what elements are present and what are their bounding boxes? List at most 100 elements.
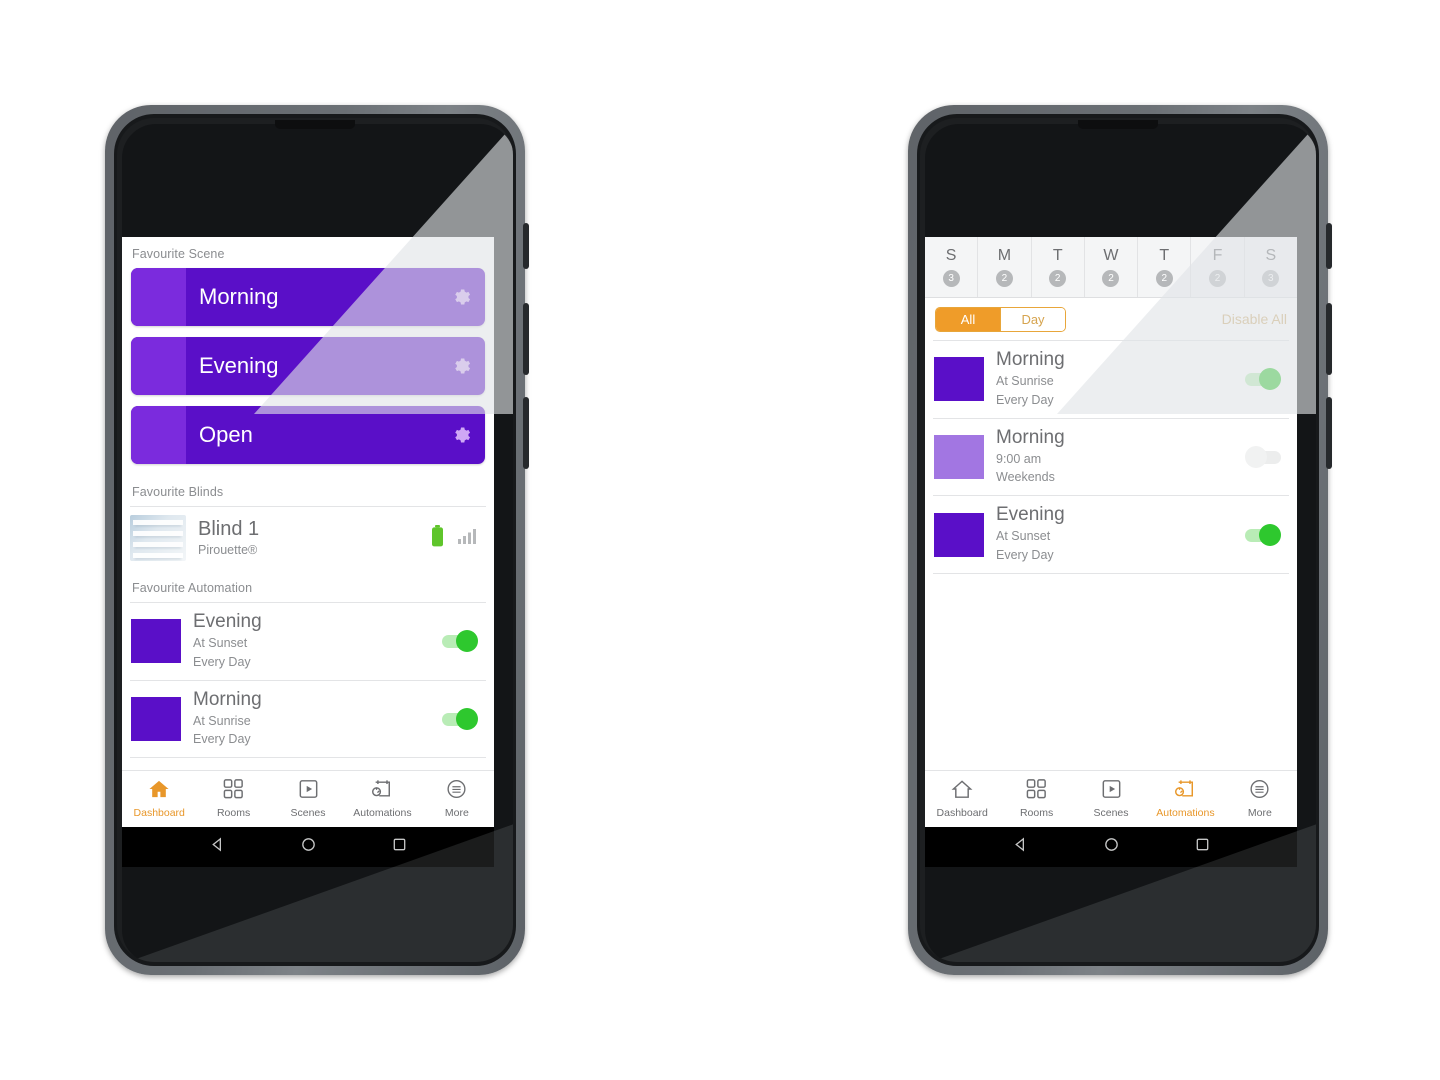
phone-screen-glass: S 3 M 2 T 2 W 2 T 2 F 2 S 3 All Day Disa…	[925, 124, 1316, 962]
scene-card-open[interactable]: Open	[131, 406, 485, 464]
filter-segmented-control[interactable]: All Day	[935, 306, 1066, 332]
phone-bezel: Favourite Scene Morning Evening Open Fav…	[114, 114, 516, 966]
tab-label: Scenes	[1093, 807, 1129, 819]
automation-name: Morning	[996, 426, 1065, 448]
tab-more[interactable]: More	[1223, 779, 1297, 819]
day-column-monday[interactable]: M 2	[978, 237, 1032, 297]
side-button-1[interactable]	[1326, 223, 1332, 269]
tab-more[interactable]: More	[420, 779, 494, 819]
list-item-automation[interactable]: Morning At Sunrise Every Day	[925, 341, 1297, 418]
automation-schedule: Every Day	[996, 392, 1054, 407]
list-item-automation[interactable]: Evening At Sunset Every Day	[122, 603, 494, 680]
tab-label: Dashboard	[133, 807, 185, 819]
filter-option-all[interactable]: All	[936, 307, 1000, 331]
disable-all-button[interactable]: Disable All	[1222, 311, 1287, 327]
day-letter: T	[1052, 247, 1063, 264]
automation-toggle[interactable]	[1245, 523, 1281, 546]
toggle-knob	[1259, 523, 1281, 546]
day-column-thursday[interactable]: T 2	[1138, 237, 1192, 297]
automation-color-swatch	[934, 357, 984, 402]
automation-name: Morning	[996, 349, 1065, 370]
tab-label: Automations	[353, 807, 412, 819]
gear-icon[interactable]	[451, 425, 471, 450]
bottom-tab-bar: Dashboard Rooms Scenes Automations More	[925, 770, 1297, 827]
phone-bezel-inner: Favourite Scene Morning Evening Open Fav…	[117, 118, 513, 962]
day-letter: M	[997, 247, 1012, 264]
filter-option-day[interactable]: Day	[1000, 307, 1065, 331]
scene-card-evening[interactable]: Evening	[131, 337, 485, 395]
tab-label: Automations	[1156, 807, 1215, 819]
tab-rooms[interactable]: Rooms	[999, 779, 1073, 819]
automation-toggle[interactable]	[1245, 368, 1281, 391]
automation-toggle[interactable]	[442, 707, 478, 730]
gear-icon[interactable]	[451, 356, 471, 381]
blind-type: Pirouette®	[198, 543, 258, 558]
tab-label: More	[1247, 807, 1272, 819]
day-count-badge: 2	[995, 270, 1013, 287]
home-circle-icon[interactable]	[1103, 836, 1120, 858]
tab-rooms[interactable]: Rooms	[196, 779, 270, 819]
automation-color-swatch	[934, 434, 984, 479]
automations-icon	[371, 779, 393, 804]
home-circle-icon[interactable]	[300, 836, 317, 858]
list-item-blind[interactable]: Blind 1 Pirouette®	[122, 507, 494, 571]
automation-name: Morning	[193, 688, 262, 710]
day-count-badge: 2	[1102, 270, 1120, 287]
home-icon	[148, 779, 170, 804]
tab-label: Rooms	[1019, 807, 1054, 819]
day-letter: S	[945, 247, 957, 264]
automation-schedule: Weekends	[996, 470, 1055, 485]
day-column-friday[interactable]: F 2	[1191, 237, 1245, 297]
automation-color-swatch	[131, 696, 181, 741]
phone-right: S 3 M 2 T 2 W 2 T 2 F 2 S 3 All Day Disa…	[908, 105, 1332, 975]
recents-square-icon[interactable]	[1194, 836, 1211, 858]
tab-dashboard[interactable]: Dashboard	[925, 779, 999, 819]
automation-color-swatch	[131, 619, 181, 664]
earpiece-speaker	[1078, 120, 1158, 129]
scene-name: Morning	[199, 284, 279, 309]
back-triangle-icon[interactable]	[209, 836, 226, 858]
week-day-header: S 3 M 2 T 2 W 2 T 2 F 2 S 3	[925, 237, 1297, 298]
automation-color-swatch	[934, 512, 984, 557]
day-letter: F	[1212, 247, 1223, 264]
phone-bezel: S 3 M 2 T 2 W 2 T 2 F 2 S 3 All Day Disa…	[917, 114, 1319, 966]
toggle-knob	[1245, 445, 1267, 468]
automation-toggle[interactable]	[442, 630, 478, 653]
day-count-badge: 3	[942, 270, 960, 287]
day-column-tuesday[interactable]: T 2	[1032, 237, 1085, 297]
tab-scenes[interactable]: Scenes	[1074, 779, 1148, 819]
list-item-automation[interactable]: Evening At Sunset Every Day	[925, 496, 1297, 573]
side-button-1[interactable]	[523, 223, 529, 269]
side-button-3[interactable]	[523, 397, 529, 469]
scenes-icon	[298, 779, 319, 804]
scene-card-morning[interactable]: Morning	[131, 268, 485, 326]
list-item-automation[interactable]: Morning At Sunrise Every Day	[122, 681, 494, 758]
tab-label: Rooms	[216, 807, 251, 819]
tab-automations[interactable]: Automations	[345, 779, 419, 819]
tab-automations[interactable]: Automations	[1148, 779, 1222, 819]
automation-trigger: At Sunset	[996, 529, 1051, 544]
toggle-knob	[1259, 368, 1281, 391]
scene-color-strip	[131, 406, 186, 464]
side-button-3[interactable]	[1326, 397, 1332, 469]
day-column-saturday[interactable]: S 3	[1245, 237, 1297, 297]
day-letter: W	[1103, 247, 1119, 264]
list-item-automation[interactable]: Morning 9:00 am Weekends	[925, 419, 1297, 496]
day-column-sunday[interactable]: S 3	[925, 237, 979, 297]
recents-square-icon[interactable]	[391, 836, 408, 858]
day-count-badge: 3	[1262, 270, 1280, 287]
day-count-badge: 2	[1049, 270, 1067, 287]
tab-dashboard[interactable]: Dashboard	[122, 779, 196, 819]
gear-icon[interactable]	[451, 287, 471, 312]
back-triangle-icon[interactable]	[1012, 836, 1029, 858]
side-button-2[interactable]	[1326, 303, 1332, 375]
day-column-wednesday[interactable]: W 2	[1085, 237, 1139, 297]
tab-label: More	[444, 807, 469, 819]
section-label-scenes: Favourite Scene	[132, 247, 225, 261]
side-button-2[interactable]	[523, 303, 529, 375]
tab-scenes[interactable]: Scenes	[271, 779, 345, 819]
tab-label: Scenes	[290, 807, 326, 819]
bottom-tab-bar: Dashboard Rooms Scenes Automations More	[122, 770, 494, 827]
automation-toggle[interactable]	[1245, 445, 1281, 468]
dashboard-screen: Favourite Scene Morning Evening Open Fav…	[122, 237, 494, 867]
